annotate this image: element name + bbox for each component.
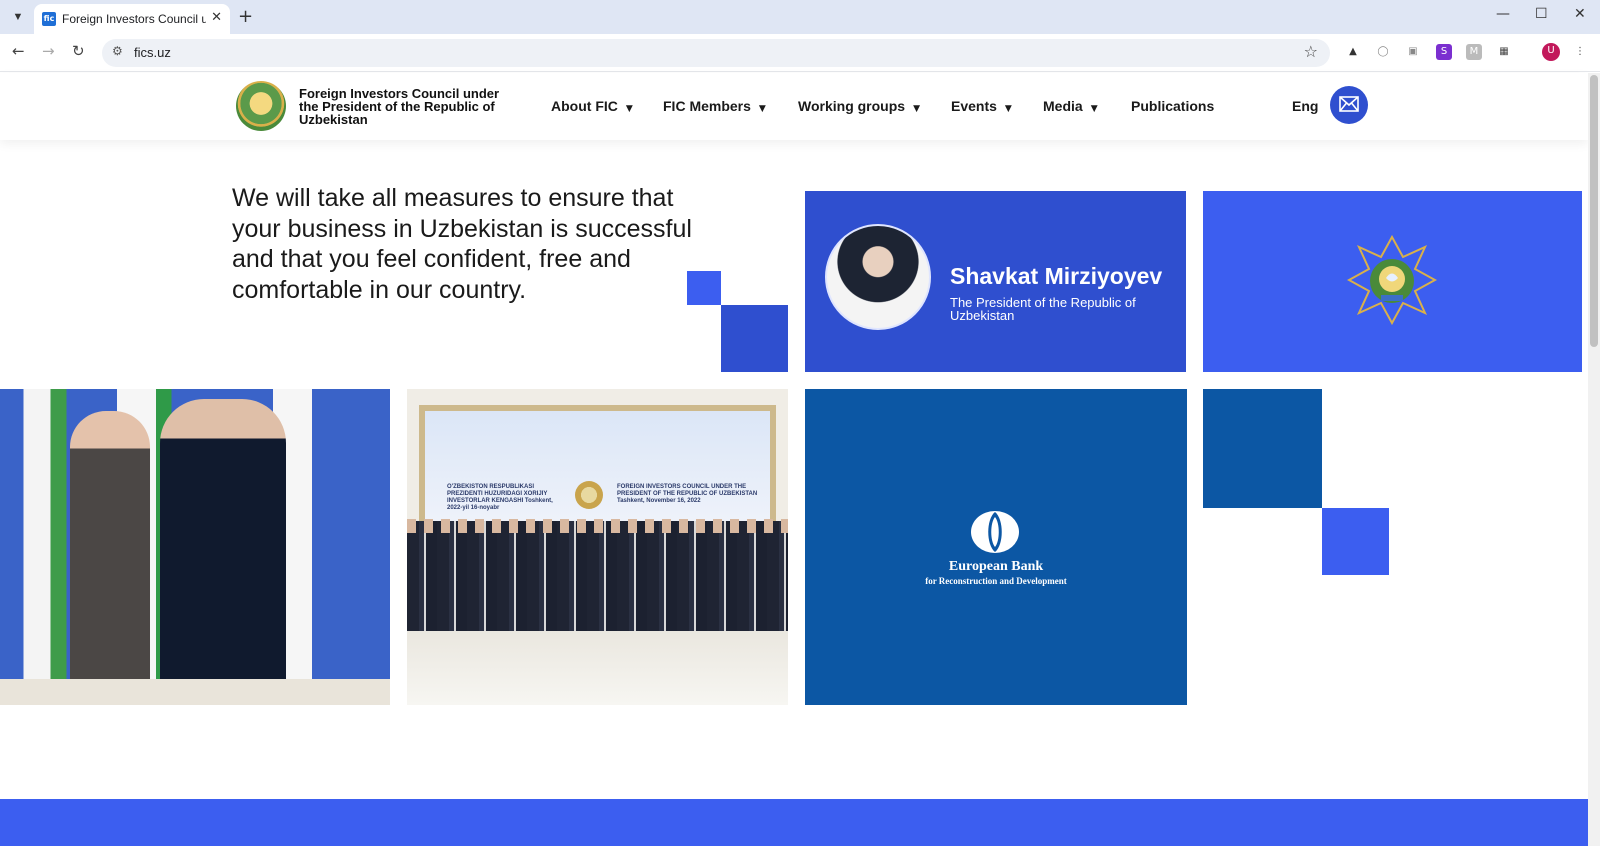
photo-person: [160, 399, 286, 701]
emblem-card[interactable]: [1203, 191, 1582, 372]
tab-favicon-icon: fic: [42, 12, 56, 26]
photo-person: [70, 411, 150, 701]
tab-close-icon[interactable]: ✕: [211, 10, 222, 25]
partner-subtitle: for Reconstruction and Development: [925, 576, 1067, 586]
group-photo[interactable]: O'ZBEKISTON RESPUBLIKASI PREZIDENTI HUZU…: [407, 389, 788, 705]
state-emblem-icon[interactable]: [236, 81, 286, 131]
chevron-down-icon: ▼: [1004, 104, 1012, 114]
nav-about-fic[interactable]: About FIC ▼: [551, 98, 633, 114]
nav-publications[interactable]: Publications: [1131, 98, 1214, 114]
mail-icon: [1339, 96, 1359, 112]
browser-menu-icon[interactable]: ⋮: [1572, 44, 1588, 60]
banner-text-en: FOREIGN INVESTORS COUNCIL UNDER THE PRES…: [617, 484, 758, 504]
president-photo: [825, 224, 931, 330]
president-name: Shavkat Mirziyoyev: [950, 263, 1163, 289]
nav-events[interactable]: Events ▼: [951, 98, 1012, 114]
maximize-icon[interactable]: ☐: [1535, 6, 1548, 22]
minimize-icon[interactable]: —: [1496, 6, 1510, 22]
tab-title: Foreign Investors Council under the Pres…: [62, 12, 206, 26]
extension-hat-icon[interactable]: ▲: [1345, 44, 1361, 60]
window-close-icon[interactable]: ✕: [1574, 6, 1586, 22]
footer-band: [0, 799, 1588, 846]
chevron-down-icon: ▼: [758, 104, 766, 114]
nav-fic-members[interactable]: FIC Members ▼: [663, 98, 766, 114]
url-text[interactable]: fics.uz: [134, 45, 171, 60]
president-role: The President of the Republic of Uzbekis…: [950, 295, 1136, 323]
octagram-emblem-icon: [1347, 235, 1437, 325]
chevron-down-icon: ▼: [625, 104, 633, 114]
page-scrollbar[interactable]: [1588, 73, 1600, 846]
decor-square: [1203, 389, 1322, 508]
tab-list-chevron-icon[interactable]: ▼: [8, 7, 28, 27]
nav-label: Media: [1043, 98, 1083, 114]
extension-globe-icon[interactable]: ◯: [1375, 44, 1391, 60]
bookmark-star-icon[interactable]: ☆: [1304, 42, 1318, 61]
photo-floor: [407, 631, 788, 705]
forward-icon[interactable]: →: [42, 42, 55, 60]
site-header: Foreign Investors Council under the Pres…: [0, 73, 1588, 140]
partner-name: European Bank: [948, 559, 1044, 574]
handshake-photo[interactable]: [0, 389, 390, 705]
ebrd-logo-icon: [971, 511, 1019, 553]
nav-label: About FIC: [551, 98, 618, 114]
new-tab-icon[interactable]: +: [238, 6, 253, 27]
photo-floor: [0, 679, 390, 705]
decor-square: [1322, 508, 1389, 575]
decor-square: [687, 271, 721, 305]
president-card[interactable]: Shavkat Mirziyoyev The President of the …: [805, 191, 1186, 372]
reload-icon[interactable]: ↻: [72, 42, 85, 60]
site-info-icon[interactable]: ⚙: [112, 44, 123, 58]
language-switch[interactable]: Eng: [1292, 98, 1318, 114]
chevron-down-icon: ▼: [913, 104, 920, 114]
nav-label: FIC Members: [663, 98, 751, 114]
delegates-group: [407, 521, 788, 631]
decor-square: [721, 305, 788, 372]
delegates-heads: [407, 519, 788, 533]
site-logo-text[interactable]: Foreign Investors Council under the Pres…: [299, 87, 509, 126]
mail-button[interactable]: [1330, 86, 1368, 124]
banner-text-uz: O'ZBEKISTON RESPUBLIKASI PREZIDENTI HUZU…: [447, 484, 553, 511]
nav-label: Events: [951, 98, 997, 114]
ebrd-partner-card[interactable]: European Bank for Reconstruction and Dev…: [805, 389, 1187, 705]
address-bar[interactable]: ⚙ fics.uz ☆: [102, 39, 1330, 67]
hero-quote: We will take all measures to ensure that…: [232, 184, 692, 304]
profile-avatar[interactable]: U: [1542, 43, 1560, 61]
scrollbar-thumb[interactable]: [1590, 75, 1598, 347]
extension-camera-icon[interactable]: ▣: [1405, 44, 1421, 60]
nav-label: Publications: [1131, 98, 1215, 114]
extensions-puzzle-icon[interactable]: ▦: [1496, 44, 1512, 60]
back-icon[interactable]: ←: [12, 42, 25, 60]
banner-seal-icon: [575, 481, 603, 509]
nav-working-groups[interactable]: Working groups ▼: [798, 98, 920, 114]
nav-media[interactable]: Media ▼: [1043, 98, 1098, 114]
chevron-down-icon: ▼: [1090, 104, 1098, 114]
browser-tabbar: ▼ fic Foreign Investors Council under th…: [0, 0, 1600, 34]
browser-tab[interactable]: fic Foreign Investors Council under the …: [34, 4, 230, 34]
extension-s-icon[interactable]: S: [1436, 44, 1452, 60]
nav-label: Working groups: [798, 98, 906, 114]
browser-toolbar: ← → ↻ ⚙ fics.uz ☆ ▲ ◯ ▣ S M ▦ U ⋮: [0, 34, 1600, 72]
extension-m-icon[interactable]: M: [1466, 44, 1482, 60]
